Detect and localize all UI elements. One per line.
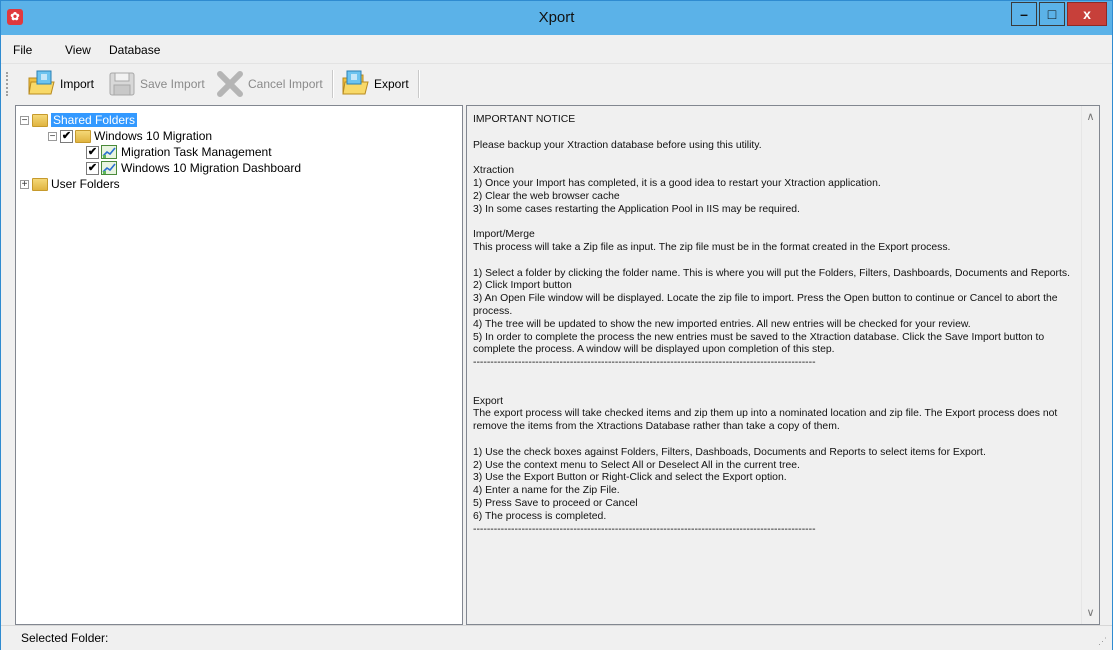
checkbox[interactable]: ✔: [86, 161, 99, 175]
toolbar-separator: [332, 70, 334, 98]
cancel-import-button[interactable]: Cancel Import: [215, 69, 323, 99]
tree-label-user-folders[interactable]: User Folders: [51, 177, 120, 191]
title-bar[interactable]: ✿ Xport – □ x: [1, 1, 1112, 35]
tree-node-task-management[interactable]: ✔ Migration Task Management: [86, 144, 272, 160]
tree-node-shared-folders[interactable]: − Shared Folders: [20, 112, 138, 128]
tree-node-win10-migration[interactable]: − ✔ Windows 10 Migration: [48, 128, 212, 144]
window-title: Xport: [538, 9, 575, 26]
maximize-button[interactable]: □: [1039, 2, 1065, 26]
tree-node-user-folders[interactable]: + User Folders: [20, 176, 120, 192]
cancel-import-label: Cancel Import: [248, 77, 323, 91]
tree-label-win10-migration[interactable]: Windows 10 Migration: [94, 129, 212, 143]
folder-icon: [75, 129, 91, 143]
menu-file[interactable]: File: [13, 43, 32, 57]
toolbar-separator-end: [418, 70, 420, 98]
app-window: ✿ Xport – □ x File View Database Import: [0, 0, 1113, 650]
folder-icon: [32, 113, 48, 127]
toolbar: Import Save Import Cancel Import Export: [1, 63, 1112, 104]
tree-label-task-management[interactable]: Migration Task Management: [121, 145, 272, 159]
notice-panel[interactable]: IMPORTANT NOTICE Please backup your Xtra…: [466, 105, 1100, 625]
collapse-toggle[interactable]: −: [48, 131, 57, 141]
import-label: Import: [60, 77, 95, 91]
tree-node-dashboard[interactable]: ✔ Windows 10 Migration Dashboard: [86, 160, 301, 176]
menu-view[interactable]: View: [65, 43, 91, 57]
save-import-button[interactable]: Save Import: [107, 69, 205, 99]
chart-icon: [101, 161, 117, 175]
minimize-button[interactable]: –: [1011, 2, 1037, 26]
collapse-toggle[interactable]: −: [20, 115, 29, 125]
export-folder-icon: [342, 70, 369, 95]
folder-icon: [32, 177, 48, 191]
scroll-up-icon[interactable]: ∧: [1085, 112, 1096, 123]
toolbar-grip[interactable]: [6, 72, 11, 96]
expand-toggle[interactable]: +: [20, 179, 29, 189]
checkbox[interactable]: ✔: [60, 129, 73, 143]
checkbox[interactable]: ✔: [86, 145, 99, 159]
cancel-x-icon: [217, 71, 243, 97]
export-label: Export: [374, 77, 409, 91]
import-folder-icon: [28, 70, 55, 95]
selected-folder-status: Selected Folder:: [21, 631, 109, 645]
tree-label-dashboard[interactable]: Windows 10 Migration Dashboard: [121, 161, 301, 175]
menu-bar: File View Database: [1, 35, 1112, 63]
export-button[interactable]: Export: [341, 69, 409, 99]
save-disk-icon: [109, 72, 135, 96]
import-button[interactable]: Import: [27, 69, 94, 99]
menu-database[interactable]: Database: [109, 43, 160, 57]
scroll-down-icon[interactable]: ∨: [1085, 608, 1096, 619]
save-import-label: Save Import: [140, 77, 205, 91]
notice-text: IMPORTANT NOTICE Please backup your Xtra…: [473, 114, 1070, 535]
tree-label-shared-folders[interactable]: Shared Folders: [51, 113, 138, 127]
status-bar: Selected Folder: ⋰: [1, 625, 1112, 650]
vertical-scrollbar[interactable]: ∧ ∨: [1081, 106, 1099, 624]
close-button[interactable]: x: [1067, 2, 1107, 26]
resize-grip-icon[interactable]: ⋰: [1098, 636, 1108, 646]
chart-icon: [101, 145, 117, 159]
folder-tree[interactable]: − Shared Folders − ✔ Windows 10 Migratio…: [15, 105, 463, 625]
